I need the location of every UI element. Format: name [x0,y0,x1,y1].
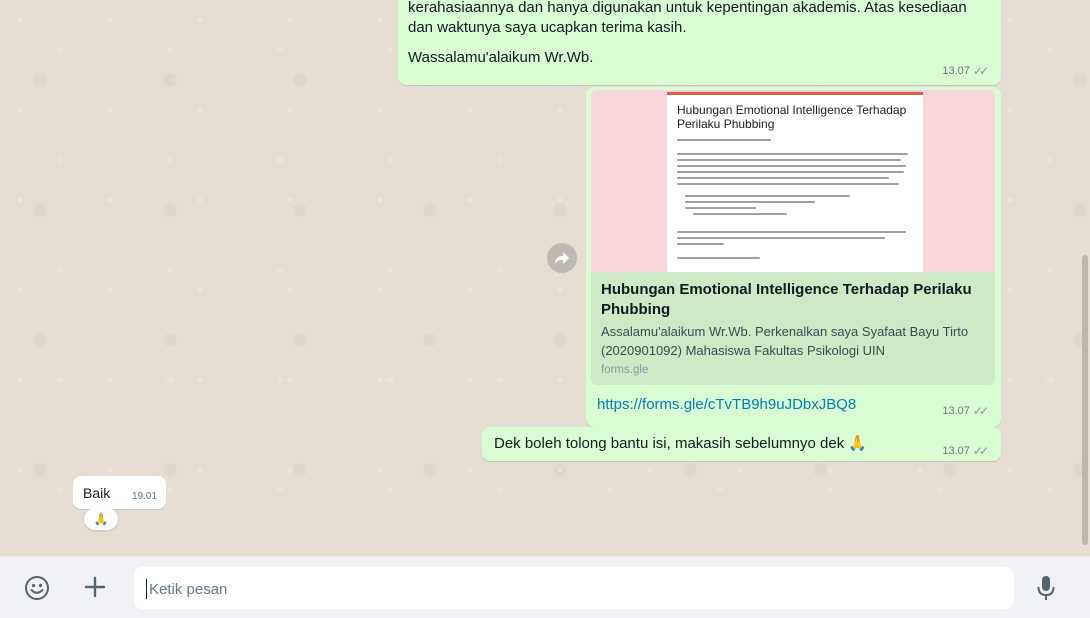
forward-button[interactable] [547,243,577,273]
link-preview-card[interactable]: Hubungan Emotional Intelligence Terhadap… [591,272,995,385]
message-input-box[interactable] [134,567,1014,609]
message-text: Dek boleh tolong bantu isi, makasih sebe… [494,434,867,454]
message-input[interactable] [146,579,1001,599]
message-reaction[interactable]: 🙏 [84,508,118,530]
link-preview-image[interactable]: Hubungan Emotional Intelligence Terhadap… [591,90,995,272]
message-text: kerahasiaannya dan hanya digunakan untuk… [408,0,967,36]
message-meta: 13.07 ✓✓ [942,404,989,418]
pray-emoji-icon: 🙏 [93,512,109,526]
pray-emoji-icon: 🙏 [848,435,868,452]
message-time: 13.07 [942,445,970,457]
outgoing-message[interactable]: kerahasiaannya dan hanya digunakan untuk… [398,0,1001,85]
outgoing-message[interactable]: Dek boleh tolong bantu isi, makasih sebe… [482,427,1001,461]
link-preview-domain: forms.gle [601,364,649,376]
incoming-message[interactable]: Baik 19.01 [73,476,166,509]
read-ticks-icon: ✓✓ [972,444,989,458]
message-meta: 13.07 ✓✓ [942,444,989,458]
read-ticks-icon: ✓✓ [972,404,989,418]
form-thumbnail: Hubungan Emotional Intelligence Terhadap… [667,92,923,272]
forward-icon [555,252,569,264]
message-text-body: Dek boleh tolong bantu isi, makasih sebe… [494,435,845,452]
outgoing-link-message[interactable]: Hubungan Emotional Intelligence Terhadap… [586,87,1001,427]
chat-scrollbar[interactable] [1082,255,1088,545]
message-time: 13.07 [942,65,970,77]
plus-icon [84,576,106,598]
message-text: Baik [83,485,111,501]
message-link[interactable]: https://forms.gle/cTvTB9h9uJDbxJBQ8 [597,396,856,413]
message-meta: 13.07 ✓✓ [942,64,989,78]
chat-area: kerahasiaannya dan hanya digunakan untuk… [0,0,1090,556]
message-composer [0,556,1090,618]
attach-button[interactable] [80,572,110,602]
link-preview-title: Hubungan Emotional Intelligence Terhadap… [601,281,972,318]
message-text-closing: Wassalamu'alaikum Wr.Wb. [408,49,594,66]
message-meta: 19.01 [132,491,157,502]
form-thumbnail-text-lines [677,139,913,263]
link-preview-description: Assalamu'alaikum Wr.Wb. Perkenalkan saya… [601,324,969,358]
message-time: 19.01 [132,491,158,502]
message-time: 13.07 [942,405,970,417]
emoji-button[interactable] [24,575,50,601]
emoji-icon [25,576,49,600]
microphone-icon [1037,576,1055,600]
read-ticks-icon: ✓✓ [972,64,989,78]
voice-message-button[interactable] [1034,574,1058,602]
form-thumbnail-title: Hubungan Emotional Intelligence Terhadap… [677,103,907,131]
